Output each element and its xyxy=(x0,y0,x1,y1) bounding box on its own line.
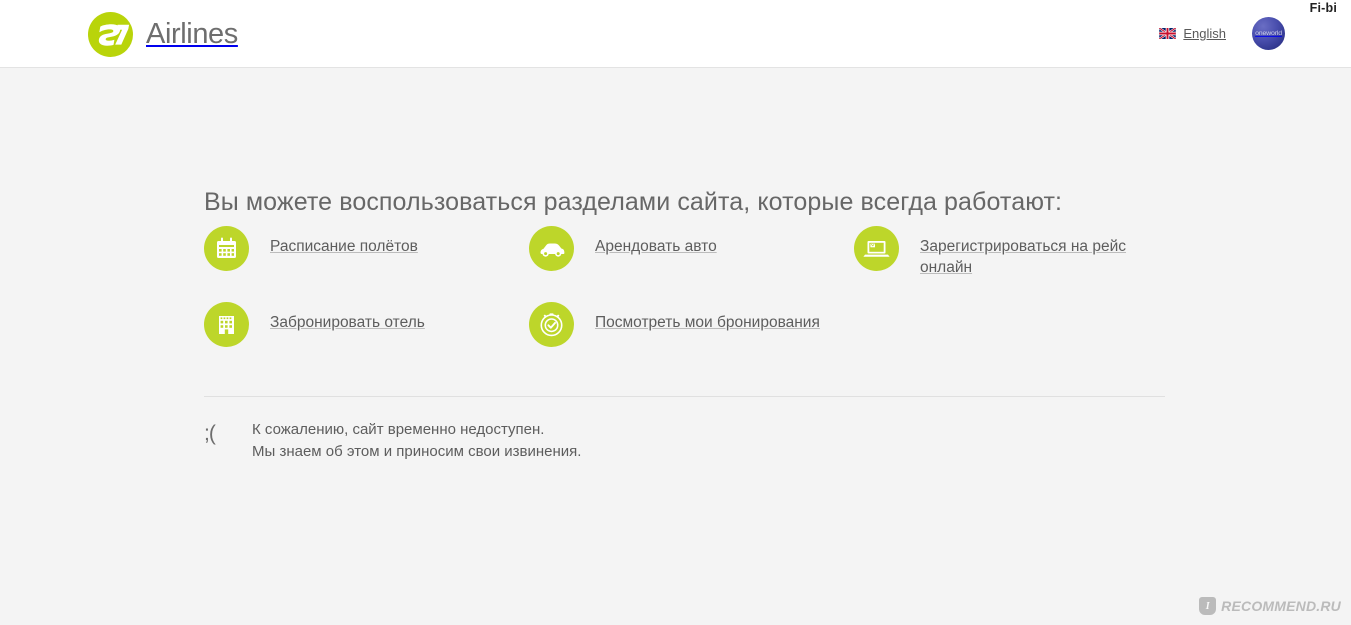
header-utility-bar: English oneworld xyxy=(1159,17,1285,50)
service-link-label[interactable]: Забронировать отель xyxy=(270,312,425,333)
outage-message-text: К сожалению, сайт временно недоступен. М… xyxy=(252,419,581,463)
sad-face-icon: ;( xyxy=(204,422,216,445)
language-label: English xyxy=(1183,26,1226,41)
oneworld-logo[interactable]: oneworld xyxy=(1252,17,1285,50)
service-link-online-checkin[interactable]: Зарегистрироваться на рейс онлайн xyxy=(854,226,1169,278)
check-circle-icon xyxy=(529,302,574,347)
car-icon xyxy=(529,226,574,271)
service-link-my-bookings[interactable]: Посмотреть мои бронирования xyxy=(529,302,854,347)
service-link-label[interactable]: Расписание полётов xyxy=(270,236,418,257)
recommend-watermark: I RECOMMEND.RU xyxy=(1199,597,1341,615)
outage-message-line-1: К сожалению, сайт временно недоступен. xyxy=(252,421,545,438)
service-links-grid: Расписание полётов Арендовать авто Зарег… xyxy=(204,226,1169,371)
recommend-badge-icon: I xyxy=(1199,597,1217,615)
uk-flag-icon xyxy=(1159,28,1177,39)
oneworld-label: oneworld xyxy=(1255,30,1282,37)
laptop-icon xyxy=(854,226,899,271)
service-link-label[interactable]: Арендовать авто xyxy=(595,236,717,257)
site-header: Airlines English oneworld xyxy=(0,0,1351,68)
top-right-label: Fi-bi xyxy=(1309,1,1337,15)
service-links-row: Забронировать отель Посмотреть мои брони… xyxy=(204,302,1169,347)
outage-message-line-2: Мы знаем об этом и приносим свои извинен… xyxy=(252,443,582,460)
hotel-icon xyxy=(204,302,249,347)
service-link-label[interactable]: Посмотреть мои бронирования xyxy=(595,312,820,333)
language-switcher[interactable]: English xyxy=(1159,26,1226,41)
outage-message: ;( К сожалению, сайт временно недоступен… xyxy=(204,419,581,463)
page-content: Вы можете воспользоваться разделами сайт… xyxy=(0,69,1351,625)
recommend-watermark-text: RECOMMEND.RU xyxy=(1221,598,1341,614)
s7-logo-mark-icon xyxy=(88,11,133,57)
service-link-flight-schedule[interactable]: Расписание полётов xyxy=(204,226,529,278)
content-divider xyxy=(204,396,1165,397)
s7-logo-wordmark: Airlines xyxy=(146,17,238,50)
service-link-car-rental[interactable]: Арендовать авто xyxy=(529,226,854,278)
service-link-label[interactable]: Зарегистрироваться на рейс онлайн xyxy=(920,236,1169,278)
service-link-hotel-booking[interactable]: Забронировать отель xyxy=(204,302,529,347)
page-title: Вы можете воспользоваться разделами сайт… xyxy=(204,187,1063,216)
calendar-icon xyxy=(204,226,249,271)
service-links-row: Расписание полётов Арендовать авто Зарег… xyxy=(204,226,1169,278)
service-links-spacer xyxy=(854,302,1169,347)
recommend-badge-letter: I xyxy=(1205,600,1210,612)
s7-logo[interactable]: Airlines xyxy=(88,10,238,58)
